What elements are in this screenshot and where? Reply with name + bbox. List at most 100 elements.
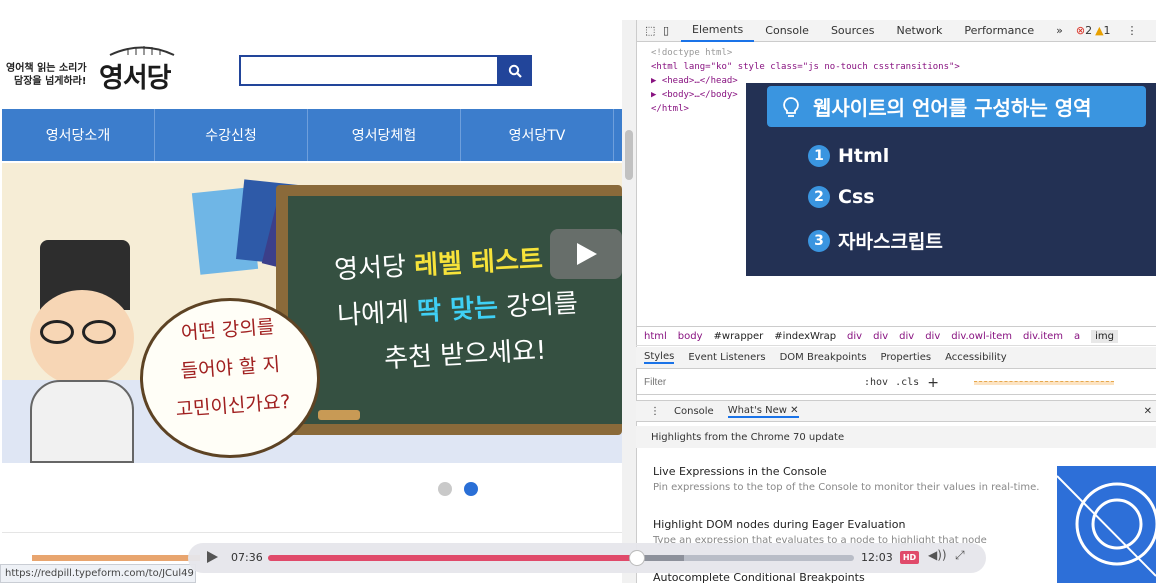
overlay-item-3-label: 자바스크립트: [838, 231, 943, 253]
video-play-button[interactable]: [550, 229, 622, 279]
overlay-item-1: 1 Html: [808, 145, 889, 167]
character-glasses-left: [40, 320, 74, 344]
nav-item-tv[interactable]: 영서당TV: [461, 109, 614, 161]
banner-line-1-text: 영서당: [333, 251, 415, 286]
styles-filter-row: :hov .cls +: [636, 371, 1156, 395]
website-scrollbar[interactable]: [622, 20, 636, 583]
video-progress-fill: [268, 555, 637, 561]
more-tabs-button[interactable]: »: [1045, 20, 1074, 42]
logo-name[interactable]: 영서당: [99, 56, 172, 95]
carousel-dot-2[interactable]: [464, 482, 478, 496]
nav-item-about[interactable]: 영서당소개: [2, 109, 155, 161]
website-viewport: 영어책 읽는 소리가 담장을 넘게하라! 영서당 영서당소개 수강신청 영서당체…: [0, 0, 622, 583]
whats-new-header: Highlights from the Chrome 70 update: [636, 426, 1156, 448]
dom-line-doctype[interactable]: <!doctype html>: [651, 46, 1151, 60]
close-drawer-icon[interactable]: ✕: [1144, 406, 1152, 417]
styles-filter-input[interactable]: [644, 377, 864, 388]
tab-performance[interactable]: Performance: [953, 20, 1045, 42]
character-body: [30, 380, 134, 463]
crumb-a[interactable]: a: [1074, 331, 1080, 342]
subtab-event-listeners[interactable]: Event Listeners: [688, 352, 765, 363]
subtab-properties[interactable]: Properties: [881, 352, 932, 363]
site-search-button[interactable]: [498, 55, 532, 86]
crumb-item[interactable]: div.item: [1023, 331, 1063, 342]
banner-line-2-highlight: 딱 맞는: [416, 292, 499, 328]
main-nav: 영서당소개 수강신청 영서당체험 영서당TV: [2, 109, 622, 161]
tab-elements[interactable]: Elements: [681, 20, 755, 42]
tab-sources[interactable]: Sources: [820, 20, 886, 42]
speech-bubble: 어떤 강의를 들어야 할 지 고민이신가요?: [140, 298, 320, 458]
whats-new-item-1-desc: Pin expressions to the top of the Consol…: [653, 482, 1040, 493]
tab-console[interactable]: Console: [754, 20, 820, 42]
subtab-accessibility[interactable]: Accessibility: [945, 352, 1007, 363]
number-2-icon: 2: [808, 186, 830, 208]
crumb-div[interactable]: div: [925, 331, 940, 342]
overlay-title: 웹사이트의 언어를 구성하는 영역: [767, 86, 1146, 127]
crumb-img[interactable]: img: [1091, 329, 1119, 343]
cls-toggle[interactable]: .cls: [895, 377, 919, 388]
site-search-input[interactable]: [239, 55, 499, 86]
new-rule-button[interactable]: +: [927, 375, 939, 391]
hd-quality-badge[interactable]: HD: [900, 551, 919, 564]
warning-count: 1: [1103, 24, 1111, 37]
crumb-body[interactable]: body: [678, 331, 703, 342]
website-scrollbar-thumb[interactable]: [625, 130, 633, 180]
crumb-div[interactable]: div: [873, 331, 888, 342]
crumb-div[interactable]: div: [899, 331, 914, 342]
crumb-owl-item[interactable]: div.owl-item: [951, 331, 1012, 342]
nav-item-enroll[interactable]: 수강신청: [155, 109, 308, 161]
chalk-eraser: [318, 410, 360, 420]
drawer-tabs: ⋮ Console What's New ✕ ✕: [636, 400, 1156, 422]
whats-new-item-2-title[interactable]: Highlight DOM nodes during Eager Evaluat…: [653, 518, 1053, 531]
whats-new-promo-image: [1056, 466, 1156, 583]
crumb-html[interactable]: html: [644, 331, 667, 342]
overlay-title-text: 웹사이트의 언어를 구성하는 영역: [813, 96, 1092, 120]
play-icon[interactable]: [205, 550, 219, 564]
chrome-update-graphic-icon: [1056, 475, 1156, 577]
number-1-icon: 1: [808, 145, 830, 167]
lightbulb-icon: [783, 97, 799, 117]
dom-breadcrumb: html body #wrapper #indexWrap div div di…: [636, 326, 1156, 346]
divider: [2, 532, 622, 533]
subtab-styles[interactable]: Styles: [644, 351, 675, 364]
logo-roof-icon: [109, 46, 175, 56]
crumb-div[interactable]: div: [847, 331, 862, 342]
drawer-menu-icon[interactable]: ⋮: [650, 406, 660, 417]
whats-new-item-1: Live Expressions in the Console Pin expr…: [653, 465, 1053, 494]
video-current-time: 07:36: [231, 551, 263, 564]
crumb-indexwrap[interactable]: #indexWrap: [774, 331, 836, 342]
number-3-icon: 3: [808, 229, 830, 252]
character-glasses-right: [82, 320, 116, 344]
logo-tagline-line2: 담장을 넘게하라!: [14, 76, 87, 87]
whats-new-item-1-title[interactable]: Live Expressions in the Console: [653, 465, 1053, 478]
video-scrubber-handle[interactable]: [629, 550, 645, 566]
tab-network[interactable]: Network: [885, 20, 953, 42]
nav-item-trial[interactable]: 영서당체험: [308, 109, 461, 161]
fullscreen-icon[interactable]: ⤢: [955, 548, 965, 563]
logo-tagline: 영어책 읽는 소리가 담장을 넘게하라!: [6, 62, 98, 88]
warning-icon[interactable]: ▲: [1095, 24, 1103, 37]
banner-line-2-text: 나에게: [336, 297, 419, 332]
subtab-dom-breakpoints[interactable]: DOM Breakpoints: [780, 352, 867, 363]
section-accent: [32, 555, 200, 561]
banner-line-1-highlight: 레벨 테스트: [413, 244, 544, 282]
crumb-wrapper[interactable]: #wrapper: [714, 331, 764, 342]
hov-toggle[interactable]: :hov: [864, 377, 888, 388]
error-icon[interactable]: ⊗: [1076, 24, 1085, 37]
dom-line-html[interactable]: <html lang="ko" style class="js no-touch…: [651, 60, 1151, 74]
inspect-element-icon[interactable]: ⬚: [645, 24, 663, 37]
styles-subtabs: Styles Event Listeners DOM Breakpoints P…: [636, 347, 1156, 369]
link-status-url: https://redpill.typeform.com/to/JCul49: [0, 564, 196, 583]
video-duration: 12:03: [861, 551, 893, 564]
logo-tagline-line1: 영어책 읽는 소리가: [6, 63, 87, 74]
device-toolbar-icon[interactable]: ▯: [663, 24, 681, 37]
kebab-menu-icon[interactable]: ⋮: [1127, 24, 1138, 37]
carousel-dot-1[interactable]: [438, 482, 452, 496]
error-count: 2: [1085, 24, 1093, 37]
volume-icon[interactable]: ◀)): [928, 548, 947, 562]
drawer-tab-whats-new[interactable]: What's New ✕: [727, 405, 799, 418]
banner-line-2-suffix: 강의를: [497, 288, 579, 323]
drawer-tab-console[interactable]: Console: [674, 406, 714, 417]
search-icon: [508, 64, 522, 78]
close-tab-icon[interactable]: ✕: [790, 405, 798, 416]
